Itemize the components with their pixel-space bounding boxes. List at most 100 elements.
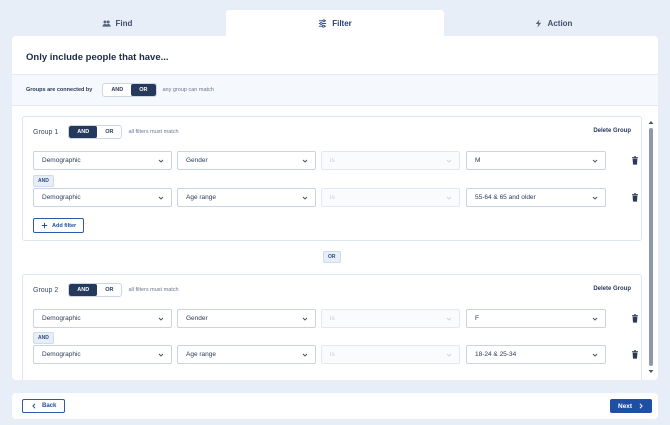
filter-row: Demographic Gender is F: [33, 309, 638, 328]
chevron-down-icon: [302, 353, 308, 357]
chevron-down-icon: [302, 196, 308, 200]
tab-filter-label: Filter: [332, 18, 352, 28]
trash-icon[interactable]: [631, 156, 639, 165]
group-connector-toggle: AND OR: [102, 83, 157, 97]
add-filter-label: Add filter: [52, 222, 77, 229]
plus-icon: [41, 222, 48, 229]
tab-filter[interactable]: Filter: [226, 10, 444, 36]
back-button[interactable]: Back: [22, 399, 66, 413]
field-select[interactable]: Gender: [177, 309, 316, 328]
operator-value: is: [330, 157, 335, 164]
add-filter-button[interactable]: Add filter: [33, 218, 85, 233]
trash-icon[interactable]: [631, 193, 639, 202]
wizard-footer: Back Next: [12, 393, 658, 419]
filter-group-2: Group 2 AND OR all filters must match De…: [22, 274, 642, 380]
tab-find-label: Find: [115, 18, 133, 28]
tab-find[interactable]: Find: [8, 10, 226, 36]
connector-or-option[interactable]: OR: [131, 84, 156, 96]
field-select[interactable]: Age range: [177, 345, 316, 364]
tab-action-label: Action: [547, 18, 573, 28]
scroll-down-arrow-icon[interactable]: [648, 369, 654, 374]
category-select[interactable]: Demographic: [33, 309, 172, 328]
chevron-down-icon: [158, 159, 164, 163]
group-1-hint: all filters must match: [128, 129, 179, 135]
page-title: Only include people that have...: [26, 52, 169, 63]
value-select[interactable]: M: [466, 151, 606, 170]
filter-joiner-chip: AND: [33, 175, 54, 187]
field-value: Gender: [186, 157, 208, 164]
value-select[interactable]: 55-64 & 65 and older: [466, 188, 606, 207]
group-1-logic-toggle: AND OR: [68, 125, 123, 139]
filter-value: F: [475, 315, 479, 322]
tab-action[interactable]: Action: [444, 10, 662, 36]
filter-row: Demographic Age range is 55-64 & 65 and …: [33, 188, 638, 207]
chevron-down-icon: [446, 196, 452, 200]
chevron-down-icon: [158, 353, 164, 357]
group-1-and-option[interactable]: AND: [69, 126, 98, 138]
group-2-hint: all filters must match: [128, 287, 179, 293]
chevron-down-icon: [592, 317, 598, 321]
filter-group-1: Group 1 AND OR all filters must match De…: [22, 116, 642, 241]
value-select[interactable]: 18-24 & 25-34: [466, 345, 606, 364]
group-connector-bar: Groups are connected by AND OR any group…: [12, 74, 658, 106]
group-icon: [101, 20, 111, 27]
group-2-or-option[interactable]: OR: [97, 284, 121, 296]
connector-and-option[interactable]: AND: [103, 84, 131, 96]
sliders-icon: [319, 18, 327, 28]
back-button-label: Back: [42, 403, 57, 409]
operator-value: is: [330, 315, 335, 322]
filter-value: M: [475, 157, 481, 164]
chevron-down-icon: [158, 196, 164, 200]
filter-panel: Only include people that have... Groups …: [12, 36, 658, 380]
field-value: Gender: [186, 315, 208, 322]
group-1-or-option[interactable]: OR: [97, 126, 121, 138]
lightning-icon: [535, 18, 541, 28]
category-value: Demographic: [42, 194, 81, 201]
chevron-down-icon: [302, 159, 308, 163]
next-button-label: Next: [618, 402, 633, 410]
chevron-down-icon: [446, 317, 452, 321]
groups-scrollbar[interactable]: [648, 120, 654, 374]
field-select[interactable]: Age range: [177, 188, 316, 207]
group-2-header: Group 2 AND OR all filters must match: [23, 275, 641, 305]
filter-value: 55-64 & 65 and older: [475, 194, 536, 201]
connector-hint: any group can match: [162, 87, 214, 93]
category-select[interactable]: Demographic: [33, 151, 172, 170]
operator-select[interactable]: is: [321, 345, 460, 364]
category-select[interactable]: Demographic: [33, 188, 172, 207]
category-value: Demographic: [42, 351, 81, 358]
group-1-header: Group 1 AND OR all filters must match: [23, 117, 641, 147]
chevron-left-icon: [32, 403, 36, 409]
chevron-down-icon: [592, 159, 598, 163]
operator-select[interactable]: is: [321, 151, 460, 170]
trash-icon[interactable]: [631, 350, 639, 359]
chevron-down-icon: [158, 317, 164, 321]
group-2-and-option[interactable]: AND: [69, 284, 98, 296]
category-select[interactable]: Demographic: [33, 345, 172, 364]
operator-select[interactable]: is: [321, 188, 460, 207]
scroll-up-arrow-icon[interactable]: [648, 120, 654, 125]
field-select[interactable]: Gender: [177, 151, 316, 170]
category-value: Demographic: [42, 157, 81, 164]
connector-label: Groups are connected by: [26, 87, 93, 93]
chevron-down-icon: [446, 353, 452, 357]
group-1-label: Group 1: [33, 128, 59, 136]
filter-value: 18-24 & 25-34: [475, 351, 517, 358]
tab-bar: Find Filter Action: [8, 10, 662, 36]
trash-icon[interactable]: [631, 314, 639, 323]
filter-joiner-chip: AND: [33, 332, 54, 344]
operator-select[interactable]: is: [321, 309, 460, 328]
scrollbar-thumb[interactable]: [649, 128, 653, 366]
field-value: Age range: [186, 351, 216, 358]
operator-value: is: [330, 351, 335, 358]
filter-row: Demographic Gender is M: [33, 151, 638, 170]
value-select[interactable]: F: [466, 309, 606, 328]
next-button[interactable]: Next: [610, 399, 653, 413]
group-1-delete-button[interactable]: Delete Group: [593, 128, 631, 134]
chevron-right-icon: [639, 403, 643, 409]
chevron-down-icon: [592, 353, 598, 357]
chevron-down-icon: [302, 317, 308, 321]
group-2-delete-button[interactable]: Delete Group: [593, 286, 631, 292]
chevron-down-icon: [592, 196, 598, 200]
group-2-label: Group 2: [33, 286, 59, 294]
